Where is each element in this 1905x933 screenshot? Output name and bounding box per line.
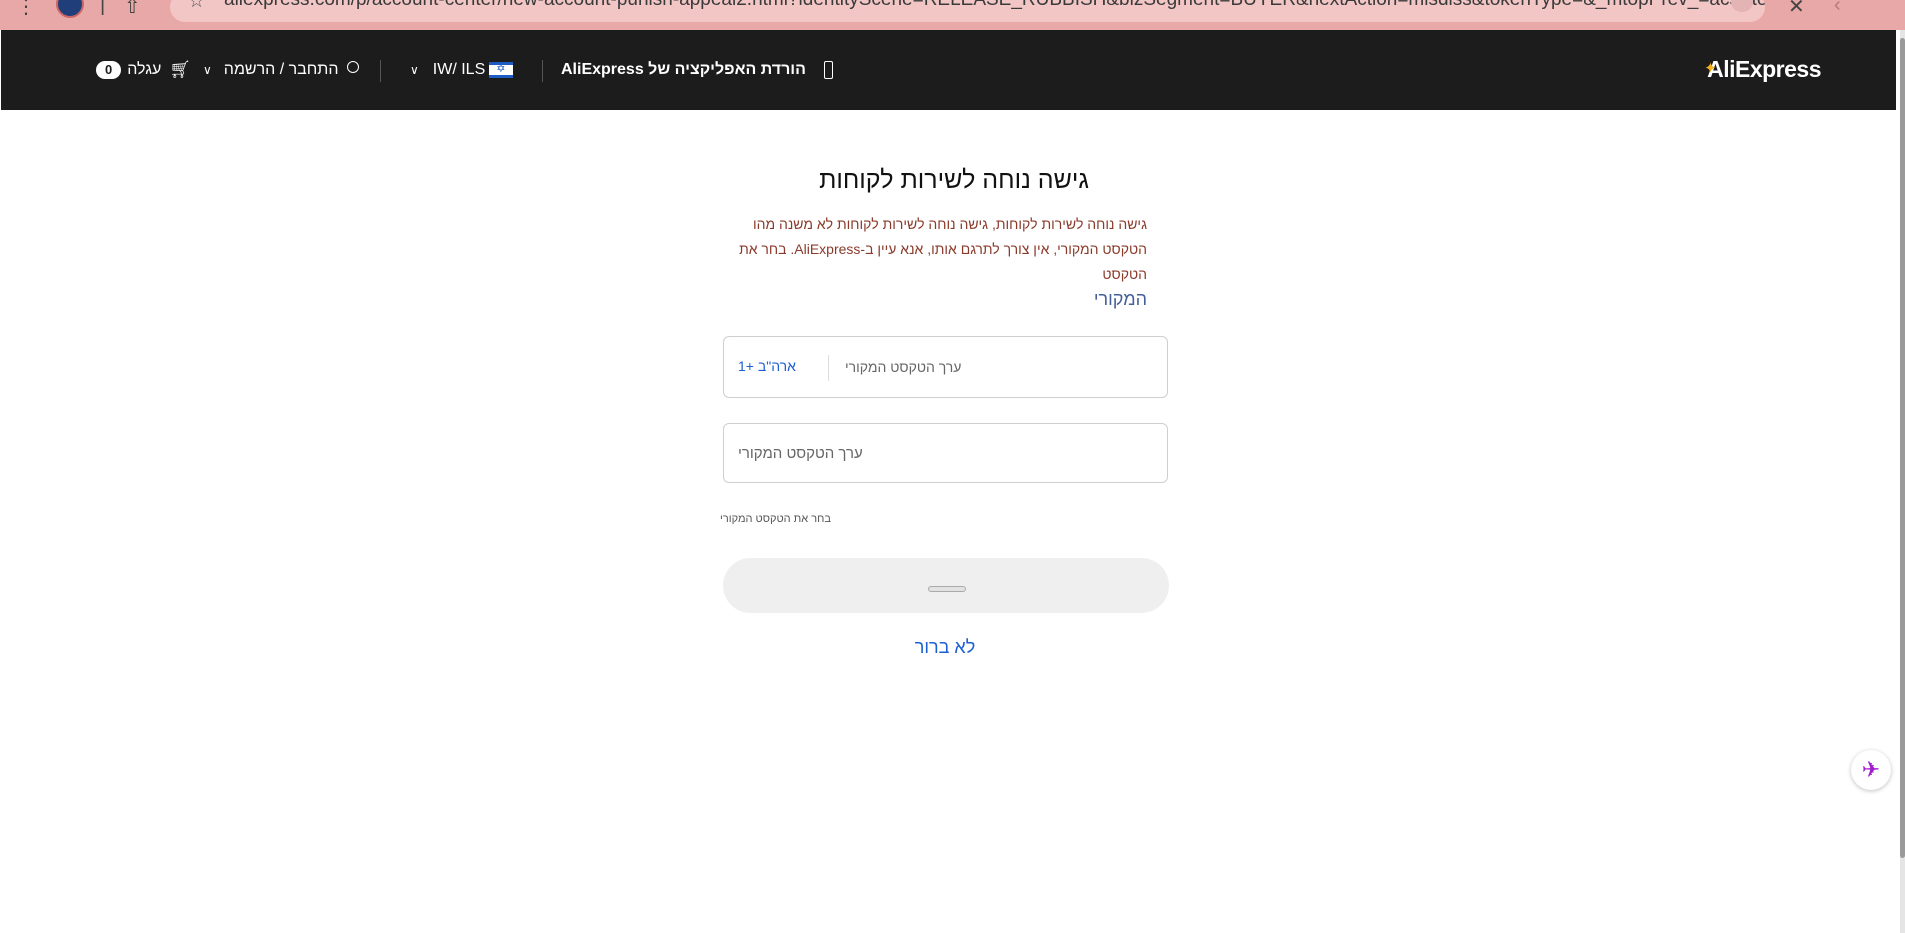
top-navigation: ✦ AliExpress הורדת האפליקציה של AliExpre… [1, 30, 1896, 110]
share-icon[interactable]: ⇧ [124, 0, 141, 19]
hint-text: בחר את הטקסט המקורי [720, 513, 831, 525]
back-icon[interactable]: ‹ [1834, 0, 1841, 17]
loading-indicator [928, 586, 966, 592]
phone-input[interactable]: ערך הטקסט המקורי [845, 359, 961, 375]
description-link[interactable]: המקורי [722, 287, 1147, 312]
description: גישה נוחה לשירות לקוחות, גישה נוחה לשירו… [722, 212, 1147, 312]
code-input-group: ערך הטקסט המקורי [723, 423, 1168, 483]
nav-divider [542, 60, 543, 82]
help-bird-icon[interactable]: ✈ [1851, 750, 1891, 790]
chevron-down-icon: ∨ [410, 63, 419, 77]
unclear-link[interactable]: לא ברור [905, 637, 985, 658]
cart-link[interactable]: 0 עגלה 🛒︎ [96, 30, 191, 110]
more-icon[interactable]: ⋮ [16, 0, 36, 19]
phone-icon [823, 61, 833, 79]
close-icon[interactable]: ✕ [1788, 0, 1805, 19]
bookmark-star-icon[interactable]: ☆ [188, 0, 205, 14]
israel-flag-icon [489, 62, 514, 78]
app-download-link[interactable]: הורדת האפליקציה של AliExpress [561, 30, 833, 110]
code-input[interactable]: ערך הטקסט המקורי [738, 445, 863, 462]
url-text: aliexpress.com/p/account-center/new-acco… [224, 0, 1765, 12]
app-download-label: הורדת האפליקציה של AliExpress [561, 61, 806, 78]
phone-input-group: ארה"ב +1 ערך הטקסט המקורי [723, 336, 1168, 398]
chevron-down-icon: ∨ [203, 63, 212, 77]
language-currency-label: IW/ ILS [432, 61, 486, 78]
field-separator [828, 355, 829, 381]
scrollbar-thumb[interactable] [1900, 38, 1905, 858]
aliexpress-logo[interactable]: ✦ AliExpress [1704, 56, 1821, 83]
submit-button[interactable] [723, 558, 1169, 613]
profile-avatar[interactable] [56, 0, 84, 18]
cart-label: עגלה [127, 61, 162, 78]
user-icon [347, 61, 360, 73]
logo-spark-icon: ✦ [1704, 60, 1717, 77]
nav-divider [380, 60, 381, 82]
browser-toolbar: ⋮ | ⇧ ☆ aliexpress.com/p/account-center/… [0, 0, 1905, 30]
signin-label: התחבר / הרשמה [223, 61, 339, 78]
cart-icon: 🛒︎ [169, 60, 191, 79]
separator-icon: | [100, 0, 106, 16]
description-text: גישה נוחה לשירות לקוחות, גישה נוחה לשירו… [739, 216, 1147, 282]
signin-menu[interactable]: ∨ התחבר / הרשמה [203, 30, 360, 110]
cart-count-badge: 0 [96, 61, 122, 79]
logo-text: AliExpress [1707, 56, 1821, 82]
country-code-selector[interactable]: ארה"ב +1 [738, 358, 796, 374]
page-title: גישה נוחה לשירות לקוחות [819, 166, 1089, 194]
language-currency-selector[interactable]: ∨ IW/ ILS [410, 30, 514, 110]
address-bar[interactable]: ☆ aliexpress.com/p/account-center/new-ac… [170, 0, 1765, 22]
